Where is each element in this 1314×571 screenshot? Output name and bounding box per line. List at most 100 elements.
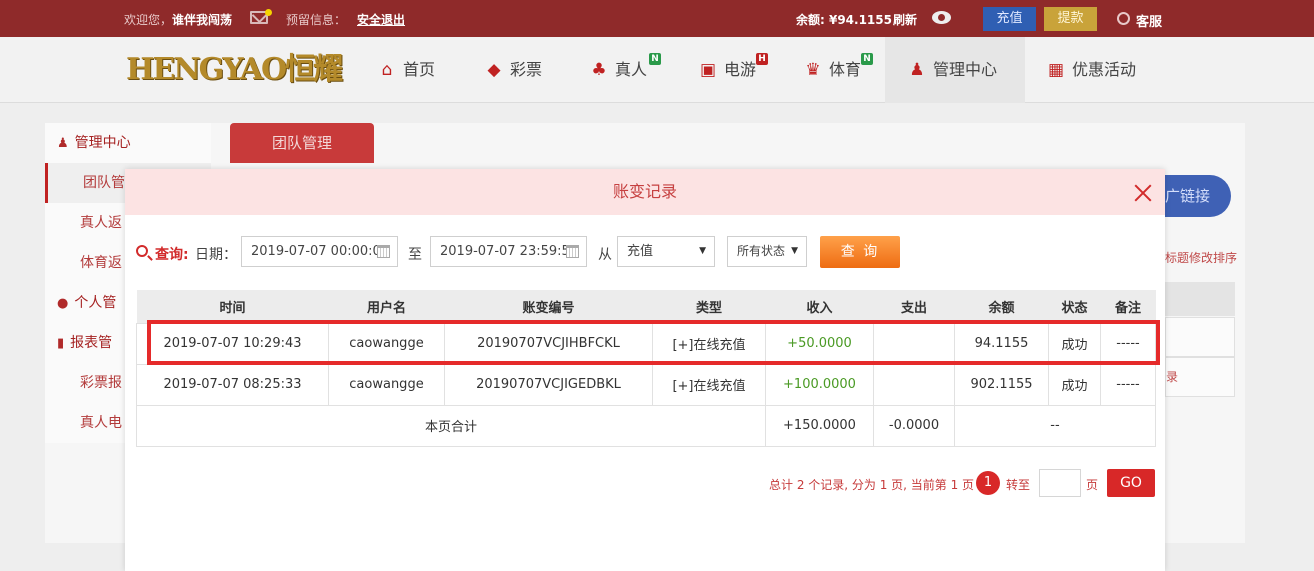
from-label: 从 <box>598 247 612 263</box>
transaction-record-modal: 账变记录 查询: 日期： 2019-07-07 00:00:00 至 2019-… <box>125 169 1165 571</box>
cell-expense <box>873 363 955 406</box>
table-row[interactable]: 2019-07-07 08:25:33 caowangge 20190707VC… <box>136 363 1156 406</box>
query-button[interactable]: 查 询 <box>820 236 900 268</box>
cell-balance: 94.1155 <box>954 322 1049 365</box>
cell-status: 成功 <box>1048 322 1101 365</box>
customer-service-link[interactable]: 客服 <box>1136 11 1162 30</box>
cell-income: +100.0000 <box>765 363 874 406</box>
user-icon: ● <box>57 296 69 311</box>
main-nav: HENGYAO恒耀 ⌂ 首页 ◆ 彩票 ♣ 真人 N ▣ 电游 H ♛ 体育 N ♟ 管理中… <box>0 37 1314 103</box>
to-label: 至 <box>408 247 422 263</box>
dealer-icon: ♣ <box>591 60 607 80</box>
reserved-info-label: 预留信息： <box>286 13 347 27</box>
cell-transaction-id: 20190707VCJIHBFCKL <box>444 322 653 365</box>
col-header-time: 时间 <box>136 290 329 323</box>
total-expense: -0.0000 <box>873 404 955 447</box>
table-header <box>1165 282 1235 316</box>
col-header-expense: 支出 <box>873 290 955 323</box>
cell-income: +50.0000 <box>765 322 874 365</box>
balance-text: 余额: ¥94.1155 <box>796 13 892 27</box>
nav-management-center[interactable]: ♟ 管理中心 <box>885 37 1025 103</box>
pager-summary: 总计 2 个记录, 分为 1 页, 当前第 1 页 <box>769 478 975 492</box>
col-header-transaction-id: 账变编号 <box>444 290 653 323</box>
hot-badge: H <box>756 53 768 65</box>
transaction-table: 时间 用户名 账变编号 类型 收入 支出 余额 状态 备注 2019-07-07… <box>136 290 1156 447</box>
col-header-balance: 余额 <box>954 290 1049 323</box>
col-header-status: 状态 <box>1048 290 1101 323</box>
promo-link-button[interactable]: 广链接 <box>1155 175 1231 217</box>
col-header-username: 用户名 <box>328 290 445 323</box>
col-header-type: 类型 <box>652 290 766 323</box>
cell-username: caowangge <box>328 322 445 365</box>
new-badge: N <box>649 53 661 65</box>
table-row <box>1165 317 1235 357</box>
dropdown-arrow-icon: ▼ <box>791 246 798 256</box>
recharge-button[interactable]: 充值 <box>983 7 1036 31</box>
table-header-row: 时间 用户名 账变编号 类型 收入 支出 余额 状态 备注 <box>136 290 1156 323</box>
col-header-remark: 备注 <box>1100 290 1156 323</box>
cell-remark: ----- <box>1100 363 1156 406</box>
cell-type: [+]在线充值 <box>652 363 766 406</box>
sidebar-header-management[interactable]: ♟ 管理中心 <box>45 123 211 163</box>
ticket-icon: ◆ <box>487 60 501 80</box>
close-icon[interactable] <box>1133 183 1153 203</box>
eye-icon[interactable] <box>932 11 951 24</box>
site-logo[interactable]: HENGYAO恒耀 <box>126 51 343 89</box>
logout-link[interactable]: 安全退出 <box>357 11 405 28</box>
date-to-input[interactable]: 2019-07-07 23:59:59 <box>430 236 587 267</box>
top-bar: 欢迎您，谁伴我闯荡 预留信息： 安全退出 余额: ¥94.1155 刷新 充值 … <box>0 0 1314 37</box>
welcome-text: 欢迎您，谁伴我闯荡 <box>124 13 233 27</box>
goto-label: 转至 <box>1006 478 1031 492</box>
go-button[interactable]: GO <box>1107 469 1155 497</box>
nav-sports[interactable]: ♛ 体育 N <box>803 37 873 103</box>
page-number-current[interactable]: 1 <box>976 471 1000 495</box>
dropdown-arrow-icon: ▼ <box>699 246 706 256</box>
username: 谁伴我闯荡 <box>172 13 233 27</box>
new-badge: N <box>861 53 873 65</box>
cell-remark: ----- <box>1100 322 1156 365</box>
search-icon <box>136 245 148 257</box>
home-icon: ⌂ <box>381 60 393 80</box>
nav-lottery[interactable]: ◆ 彩票 <box>484 37 542 103</box>
cell-time: 2019-07-07 08:25:33 <box>136 363 329 406</box>
calendar-icon[interactable] <box>566 245 579 258</box>
date-label: 日期： <box>195 247 237 263</box>
sort-hint: 标题修改排序 <box>1165 251 1238 265</box>
record-link[interactable]: 录 <box>1166 370 1178 384</box>
gift-icon: ▦ <box>1047 60 1065 80</box>
cell-status: 成功 <box>1048 363 1101 406</box>
customer-service-icon[interactable] <box>1117 12 1130 25</box>
withdraw-button[interactable]: 提款 <box>1044 7 1097 31</box>
users-icon: ♟ <box>909 60 925 80</box>
tab-team-management[interactable]: 团队管理 <box>230 123 374 163</box>
query-label: 查询: <box>155 247 189 263</box>
cell-username: caowangge <box>328 363 445 406</box>
type-select[interactable]: 充值 ▼ <box>617 236 715 267</box>
cell-transaction-id: 20190707VCJIGEDBKL <box>444 363 653 406</box>
refresh-link[interactable]: 刷新 <box>893 11 917 28</box>
table-row: 录 <box>1165 357 1235 397</box>
nav-promotions[interactable]: ▦ 优惠活动 <box>1046 37 1136 103</box>
unread-dot-icon <box>265 9 272 16</box>
modal-title: 账变记录 <box>612 182 677 201</box>
trophy-icon: ♛ <box>805 60 821 80</box>
page-jump-input[interactable] <box>1039 469 1081 497</box>
slot-machine-icon: ▣ <box>699 60 717 80</box>
cell-time: 2019-07-07 10:29:43 <box>136 322 329 365</box>
date-from-input[interactable]: 2019-07-07 00:00:00 <box>241 236 398 267</box>
cell-type: [+]在线充值 <box>652 322 766 365</box>
nav-live-casino[interactable]: ♣ 真人 N <box>589 37 661 103</box>
total-label: 本页合计 <box>136 404 766 447</box>
nav-slots[interactable]: ▣ 电游 H <box>698 37 768 103</box>
status-select[interactable]: 所有状态 ▼ <box>727 236 807 267</box>
nav-home[interactable]: ⌂ 首页 <box>377 37 435 103</box>
report-icon: ▮ <box>57 336 65 351</box>
total-income: +150.0000 <box>765 404 874 447</box>
cell-expense <box>873 322 955 365</box>
page-unit-label: 页 <box>1086 478 1099 492</box>
cell-balance: 902.1155 <box>954 363 1049 406</box>
users-icon: ♟ <box>57 136 69 151</box>
calendar-icon[interactable] <box>377 245 390 258</box>
table-total-row: 本页合计 +150.0000 -0.0000 -- <box>136 404 1156 447</box>
table-row[interactable]: 2019-07-07 10:29:43 caowangge 20190707VC… <box>136 322 1156 365</box>
